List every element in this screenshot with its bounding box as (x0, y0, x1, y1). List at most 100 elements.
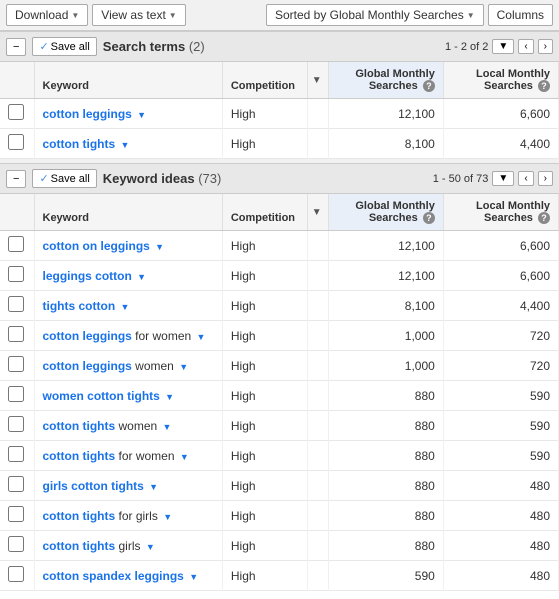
row-checkbox[interactable] (8, 266, 24, 282)
download-label: Download (15, 8, 68, 22)
columns-button[interactable]: Columns (488, 4, 553, 26)
keyword-link[interactable]: leggings cotton (43, 269, 132, 283)
local-cell: 6,600 (443, 99, 558, 129)
search-terms-page-dropdown[interactable]: ▼ (492, 39, 514, 54)
search-terms-title: Search terms (2) (103, 39, 205, 54)
keyword-rest: for women (115, 449, 174, 463)
row-checkbox[interactable] (8, 476, 24, 492)
keyword-ideas-global-col-header: Global Monthly Searches ? (328, 194, 443, 231)
keyword-dropdown-icon[interactable]: ▼ (137, 110, 146, 120)
keyword-ideas-next-button[interactable]: › (538, 171, 553, 186)
row-checkbox[interactable] (8, 386, 24, 402)
row-checkbox[interactable] (8, 104, 24, 120)
download-button[interactable]: Download ▼ (6, 4, 88, 26)
keyword-link[interactable]: women cotton tights (43, 389, 160, 403)
row-checkbox[interactable] (8, 296, 24, 312)
keyword-link[interactable]: cotton tights (43, 137, 116, 151)
competition-cell: High (222, 321, 307, 351)
sort-cell (307, 381, 328, 411)
keyword-dropdown-icon[interactable]: ▼ (180, 452, 189, 462)
columns-label: Columns (497, 8, 544, 22)
keyword-dropdown-icon[interactable]: ▼ (163, 422, 172, 432)
keyword-ideas-row: cotton on leggings ▼ High 12,100 6,600 (0, 231, 559, 261)
row-checkbox[interactable] (8, 134, 24, 150)
keyword-ideas-local-col-header: Local Monthly Searches ? (443, 194, 558, 231)
competition-cell: High (222, 561, 307, 591)
row-checkbox-cell (0, 501, 34, 531)
view-as-text-label: View as text (101, 8, 165, 22)
keyword-link[interactable]: cotton tights (43, 419, 116, 433)
keyword-dropdown-icon[interactable]: ▼ (149, 482, 158, 492)
local-cell: 590 (443, 411, 558, 441)
search-terms-save-all-button[interactable]: ✓ Save all (32, 37, 96, 56)
row-checkbox[interactable] (8, 416, 24, 432)
keyword-link[interactable]: cotton leggings (43, 329, 132, 343)
keyword-dropdown-icon[interactable]: ▼ (165, 392, 174, 402)
keyword-link[interactable]: girls cotton tights (43, 479, 144, 493)
keyword-dropdown-icon[interactable]: ▼ (197, 332, 206, 342)
keyword-ideas-row: cotton tights for women ▼ High 880 590 (0, 441, 559, 471)
row-checkbox[interactable] (8, 506, 24, 522)
keyword-link[interactable]: cotton on leggings (43, 239, 150, 253)
keyword-cell: tights cotton ▼ (34, 291, 222, 321)
keyword-ideas-row: cotton spandex leggings ▼ High 590 480 (0, 561, 559, 591)
keyword-dropdown-icon[interactable]: ▼ (155, 242, 164, 252)
local-cell: 6,600 (443, 261, 558, 291)
keyword-dropdown-icon[interactable]: ▼ (121, 302, 130, 312)
sorted-by-button[interactable]: Sorted by Global Monthly Searches ▼ (266, 4, 484, 26)
local-cell: 4,400 (443, 291, 558, 321)
local-cell: 4,400 (443, 129, 558, 159)
local-cell: 720 (443, 321, 558, 351)
keyword-link[interactable]: cotton tights (43, 449, 116, 463)
keyword-dropdown-icon[interactable]: ▼ (137, 272, 146, 282)
row-checkbox[interactable] (8, 236, 24, 252)
keyword-link[interactable]: cotton tights (43, 509, 116, 523)
row-checkbox[interactable] (8, 356, 24, 372)
keyword-link[interactable]: cotton tights (43, 539, 116, 553)
search-terms-next-button[interactable]: › (538, 39, 553, 54)
keyword-cell: women cotton tights ▼ (34, 381, 222, 411)
row-checkbox[interactable] (8, 566, 24, 582)
keyword-ideas-collapse-button[interactable]: − (6, 170, 26, 188)
local-cell: 590 (443, 441, 558, 471)
keyword-ideas-local-help-icon[interactable]: ? (538, 212, 550, 224)
row-checkbox[interactable] (8, 536, 24, 552)
search-terms-prev-button[interactable]: ‹ (518, 39, 533, 54)
keyword-dropdown-icon[interactable]: ▼ (146, 542, 155, 552)
search-terms-collapse-button[interactable]: − (6, 38, 26, 56)
keyword-ideas-global-help-icon[interactable]: ? (423, 212, 435, 224)
keyword-rest: for girls (115, 509, 158, 523)
keyword-ideas-title: Keyword ideas (73) (103, 171, 222, 186)
search-terms-competition-col-header: Competition (222, 62, 307, 99)
row-checkbox-cell (0, 411, 34, 441)
global-cell: 8,100 (328, 129, 443, 159)
keyword-cell: cotton tights for women ▼ (34, 441, 222, 471)
keyword-ideas-page-dropdown[interactable]: ▼ (492, 171, 514, 186)
competition-cell: High (222, 441, 307, 471)
row-checkbox[interactable] (8, 326, 24, 342)
keyword-dropdown-icon[interactable]: ▼ (189, 572, 198, 582)
keyword-link[interactable]: tights cotton (43, 299, 116, 313)
download-dropdown-arrow: ▼ (71, 11, 79, 20)
global-cell: 880 (328, 501, 443, 531)
keyword-dropdown-icon[interactable]: ▼ (121, 140, 130, 150)
local-help-icon[interactable]: ? (538, 80, 550, 92)
keyword-dropdown-icon[interactable]: ▼ (179, 362, 188, 372)
global-help-icon[interactable]: ? (423, 80, 435, 92)
row-checkbox[interactable] (8, 446, 24, 462)
view-as-text-button[interactable]: View as text ▼ (92, 4, 185, 26)
global-cell: 8,100 (328, 291, 443, 321)
keyword-ideas-prev-button[interactable]: ‹ (518, 171, 533, 186)
keyword-dropdown-icon[interactable]: ▼ (163, 512, 172, 522)
keyword-link[interactable]: cotton leggings (43, 107, 132, 121)
sort-cell (307, 99, 328, 129)
keyword-link[interactable]: cotton leggings (43, 359, 132, 373)
competition-cell: High (222, 129, 307, 159)
view-as-text-dropdown-arrow: ▼ (169, 11, 177, 20)
keyword-link[interactable]: cotton spandex leggings (43, 569, 184, 583)
keyword-ideas-save-all-button[interactable]: ✓ Save all (32, 169, 96, 188)
global-cell: 880 (328, 441, 443, 471)
global-cell: 880 (328, 531, 443, 561)
keyword-rest: women (115, 419, 157, 433)
local-cell: 480 (443, 501, 558, 531)
